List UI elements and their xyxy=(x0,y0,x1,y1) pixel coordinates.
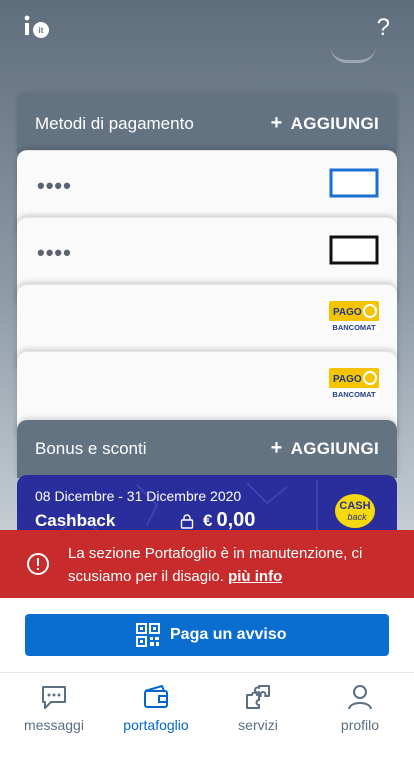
pagobancomat-logo: PAGO BANCOMAT xyxy=(329,301,379,333)
bonus-title: Bonus e sconti xyxy=(35,439,147,458)
tab-servizi[interactable]: servizi xyxy=(208,683,308,743)
lock-icon xyxy=(180,514,194,529)
maintenance-text: La sezione Portafoglio è in manutenzione… xyxy=(68,545,363,585)
card-masked-number: •••• xyxy=(37,173,72,198)
top-bar: it ? xyxy=(0,0,414,63)
blue-card-icon xyxy=(329,168,379,198)
bonus-header: Bonus e sconti + AGGIUNGI xyxy=(17,420,397,478)
cashback-amount-value: 0,00 xyxy=(216,509,256,531)
cashback-logo: CASH back xyxy=(335,494,375,528)
io-logo-badge: it xyxy=(39,26,44,35)
plus-icon: + xyxy=(270,437,283,459)
plus-icon: + xyxy=(270,112,283,134)
alert-icon xyxy=(27,553,49,575)
io-logo[interactable]: it xyxy=(22,14,56,42)
cashback-period: 08 Dicembre - 31 Dicembre 2020 xyxy=(35,488,242,504)
user-icon xyxy=(348,685,372,710)
cashback-logo-top: CASH xyxy=(339,500,370,512)
puzzle-icon xyxy=(246,685,270,709)
maintenance-banner: La sezione Portafoglio è in manutenzione… xyxy=(0,530,414,598)
tab-profilo-label: profilo xyxy=(340,717,380,733)
more-info-link[interactable]: più info xyxy=(228,568,282,585)
pay-notice-button[interactable]: Paga un avviso xyxy=(25,614,389,656)
add-payment-method-button[interactable]: + AGGIUNGI xyxy=(271,112,379,135)
payment-methods-title: Metodi di pagamento xyxy=(35,114,194,133)
maintenance-message: La sezione Portafoglio è in manutenzione… xyxy=(68,542,388,588)
bancomat-text: BANCOMAT xyxy=(332,323,376,332)
pay-notice-label: Paga un avviso xyxy=(170,626,287,643)
payment-methods-header: Metodi di pagamento + AGGIUNGI xyxy=(17,95,397,153)
chat-icon xyxy=(42,686,66,709)
tab-profilo[interactable]: profilo xyxy=(310,683,410,743)
pago-text: PAGO xyxy=(333,307,362,318)
help-button[interactable]: ? xyxy=(377,14,390,42)
tab-servizi-label: servizi xyxy=(238,717,278,733)
bottom-tab-bar: messaggi portafoglio servizi profilo xyxy=(0,672,414,761)
cashback-name: Cashback xyxy=(35,511,116,530)
wallet-icon xyxy=(144,685,168,708)
bancomat-text: BANCOMAT xyxy=(332,390,376,399)
cashback-amount: €0,00 xyxy=(203,509,255,532)
pay-area: Paga un avviso xyxy=(0,598,414,670)
pago-text: PAGO xyxy=(333,374,362,385)
cashback-logo-bottom: back xyxy=(347,512,367,522)
tab-messaggi[interactable]: messaggi xyxy=(4,683,104,743)
cashback-currency: € xyxy=(203,511,213,530)
add-bonus-button[interactable]: + AGGIUNGI xyxy=(271,437,379,460)
pagobancomat-logo: PAGO BANCOMAT xyxy=(329,368,379,400)
black-card-icon xyxy=(329,235,379,265)
qr-code-icon xyxy=(136,623,160,647)
add-payment-method-label: AGGIUNGI xyxy=(290,114,379,133)
card-masked-number: •••• xyxy=(37,240,72,265)
tab-portafoglio-label: portafoglio xyxy=(123,717,189,733)
tab-messaggi-label: messaggi xyxy=(24,717,84,733)
tab-portafoglio[interactable]: portafoglio xyxy=(106,683,206,743)
add-bonus-label: AGGIUNGI xyxy=(290,439,379,458)
